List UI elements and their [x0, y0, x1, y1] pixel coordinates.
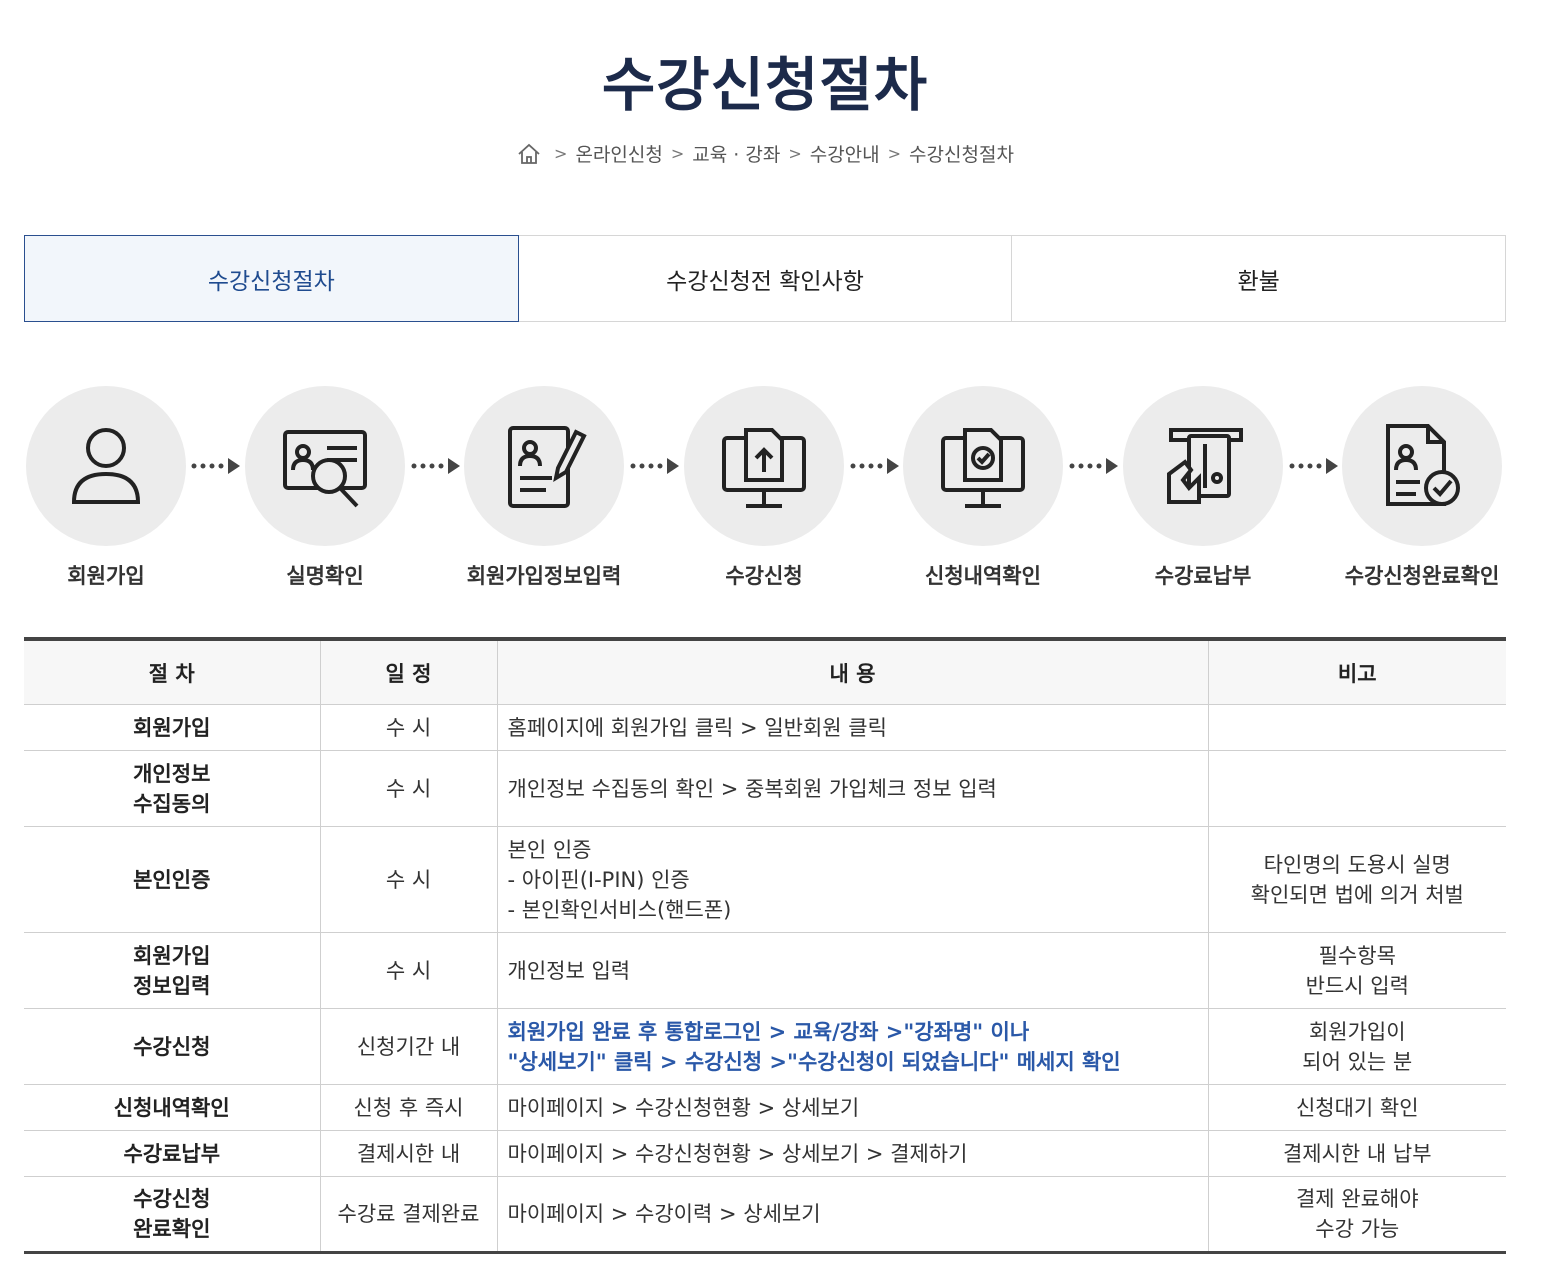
breadcrumb-item-online[interactable]: 온라인신청 — [575, 140, 662, 167]
table-row: 회원가입 정보입력 수 시 개인정보 입력 필수항목 반드시 입력 — [24, 932, 1506, 1009]
header-content: 내 용 — [496, 639, 1209, 705]
cell-note: 결제시한 내 납부 — [1207, 1130, 1506, 1177]
cell-schedule: 수강료 결제완료 — [319, 1176, 498, 1253]
cell-schedule: 신청기간 내 — [319, 1008, 498, 1085]
step-label: 수강료납부 — [1154, 564, 1252, 588]
cell-step: 수강신청 — [24, 1008, 321, 1085]
procedure-table: 절 차 일 정 내 용 비고 회원가입 수 시 홈페이지에 회원가입 클릭 > … — [24, 637, 1506, 1254]
cell-note: 타인명의 도용시 실명 확인되면 법에 의거 처벌 — [1207, 826, 1506, 933]
cell-content-highlight: 회원가입 완료 후 통합로그인 > 교육/강좌 >"강좌명" 이나 "상세보기"… — [496, 1008, 1209, 1085]
cell-step: 회원가입 — [24, 704, 321, 751]
step-check-application: 신청내역확인 — [883, 386, 1083, 590]
step-label: 신청내역확인 — [925, 564, 1041, 588]
step-verify-name: 실명확인 — [225, 386, 425, 590]
step-signup: 회원가입 — [6, 386, 206, 590]
step-label: 수강신청완료확인 — [1344, 564, 1500, 588]
step-circle — [26, 386, 186, 546]
step-register: 수강신청 — [664, 386, 864, 590]
step-circle — [245, 386, 405, 546]
step-complete: 수강신청완료확인 — [1322, 386, 1522, 590]
cell-note: 결제 완료해야 수강 가능 — [1207, 1176, 1506, 1253]
cell-schedule: 결제시한 내 — [319, 1130, 498, 1177]
chevron-right-icon: > — [554, 144, 568, 163]
step-circle — [1123, 386, 1283, 546]
cell-step: 회원가입 정보입력 — [24, 932, 321, 1009]
tab-bar: 수강신청절차 수강신청전 확인사항 환불 — [24, 235, 1507, 322]
step-label: 수강신청 — [725, 564, 803, 588]
cell-step: 신청내역확인 — [24, 1084, 321, 1131]
table-row: 수강신청 신청기간 내 회원가입 완료 후 통합로그인 > 교육/강좌 >"강좌… — [24, 1008, 1506, 1085]
table-row: 회원가입 수 시 홈페이지에 회원가입 클릭 > 일반회원 클릭 — [24, 704, 1506, 751]
cell-content: 마이페이지 > 수강이력 > 상세보기 — [496, 1176, 1209, 1253]
step-label: 회원가입 — [67, 564, 145, 588]
step-member-info: 회원가입정보입력 — [444, 386, 644, 590]
step-circle — [1342, 386, 1502, 546]
id-card-search-icon — [283, 430, 367, 508]
breadcrumb-item-guide[interactable]: 수강안내 — [810, 140, 880, 167]
step-circle — [903, 386, 1063, 546]
breadcrumb-item-education[interactable]: 교육 · 강좌 — [692, 140, 780, 167]
table-row: 개인정보 수집동의 수 시 개인정보 수집동의 확인 > 중복회원 가입체크 정… — [24, 750, 1506, 827]
process-steps: 회원가입 실명확인 회원가입정보입력 수강신청 신청내역확인 수강료납부 수강신… — [24, 386, 1506, 596]
table-header-row: 절 차 일 정 내 용 비고 — [24, 639, 1506, 705]
chevron-right-icon: > — [788, 144, 802, 163]
card-payment-icon — [1167, 428, 1243, 504]
user-icon — [71, 428, 141, 504]
breadcrumb: > 온라인신청 > 교육 · 강좌 > 수강안내 > 수강신청절차 — [0, 140, 1530, 167]
breadcrumb-item-current[interactable]: 수강신청절차 — [909, 140, 1014, 167]
form-pen-icon — [508, 426, 587, 508]
header-note: 비고 — [1207, 639, 1506, 705]
cell-content: 홈페이지에 회원가입 클릭 > 일반회원 클릭 — [496, 704, 1209, 751]
cell-note: 회원가입이 되어 있는 분 — [1207, 1008, 1506, 1085]
cell-schedule: 수 시 — [319, 750, 498, 827]
chevron-right-icon: > — [670, 144, 685, 163]
cell-step: 수강료납부 — [24, 1130, 321, 1177]
cell-step: 개인정보 수집동의 — [24, 750, 321, 827]
cell-content: 마이페이지 > 수강신청현황 > 상세보기 > 결제하기 — [496, 1130, 1209, 1177]
chevron-right-icon: > — [887, 144, 902, 163]
step-circle — [684, 386, 844, 546]
page-title: 수강신청절차 — [601, 51, 929, 119]
cell-schedule: 신청 후 즉시 — [319, 1084, 498, 1131]
cell-schedule: 수 시 — [319, 826, 498, 933]
cell-note: 신청대기 확인 — [1207, 1084, 1506, 1131]
tab-procedure[interactable]: 수강신청절차 — [24, 235, 519, 322]
table-row: 수강료납부 결제시한 내 마이페이지 > 수강신청현황 > 상세보기 > 결제하… — [24, 1130, 1506, 1177]
header-schedule: 일 정 — [319, 639, 498, 705]
step-label: 실명확인 — [286, 564, 364, 588]
cell-content: 마이페이지 > 수강신청현황 > 상세보기 — [496, 1084, 1209, 1131]
tab-precheck[interactable]: 수강신청전 확인사항 — [518, 235, 1013, 322]
cell-step: 수강신청 완료확인 — [24, 1176, 321, 1253]
cell-schedule: 수 시 — [319, 932, 498, 1009]
document-check-icon — [1386, 424, 1460, 506]
cell-note — [1207, 750, 1506, 827]
step-label: 회원가입정보입력 — [466, 564, 622, 588]
monitor-upload-icon — [722, 428, 806, 508]
header-step: 절 차 — [24, 639, 321, 705]
monitor-check-icon — [941, 428, 1025, 508]
cell-schedule: 수 시 — [319, 704, 498, 751]
step-circle — [464, 386, 624, 546]
step-payment: 수강료납부 — [1103, 386, 1303, 590]
home-icon[interactable] — [516, 142, 542, 166]
cell-step: 본인인증 — [24, 826, 321, 933]
cell-content: 본인 인증 - 아이핀(I-PIN) 인증 - 본인확인서비스(핸드폰) — [496, 826, 1209, 933]
table-row: 신청내역확인 신청 후 즉시 마이페이지 > 수강신청현황 > 상세보기 신청대… — [24, 1084, 1506, 1131]
cell-note — [1207, 704, 1506, 751]
cell-content: 개인정보 수집동의 확인 > 중복회원 가입체크 정보 입력 — [496, 750, 1209, 827]
cell-note: 필수항목 반드시 입력 — [1207, 932, 1506, 1009]
table-row: 본인인증 수 시 본인 인증 - 아이핀(I-PIN) 인증 - 본인확인서비스… — [24, 826, 1506, 933]
tab-refund[interactable]: 환불 — [1012, 235, 1507, 322]
cell-content: 개인정보 입력 — [496, 932, 1209, 1009]
table-row: 수강신청 완료확인 수강료 결제완료 마이페이지 > 수강이력 > 상세보기 결… — [24, 1176, 1506, 1253]
